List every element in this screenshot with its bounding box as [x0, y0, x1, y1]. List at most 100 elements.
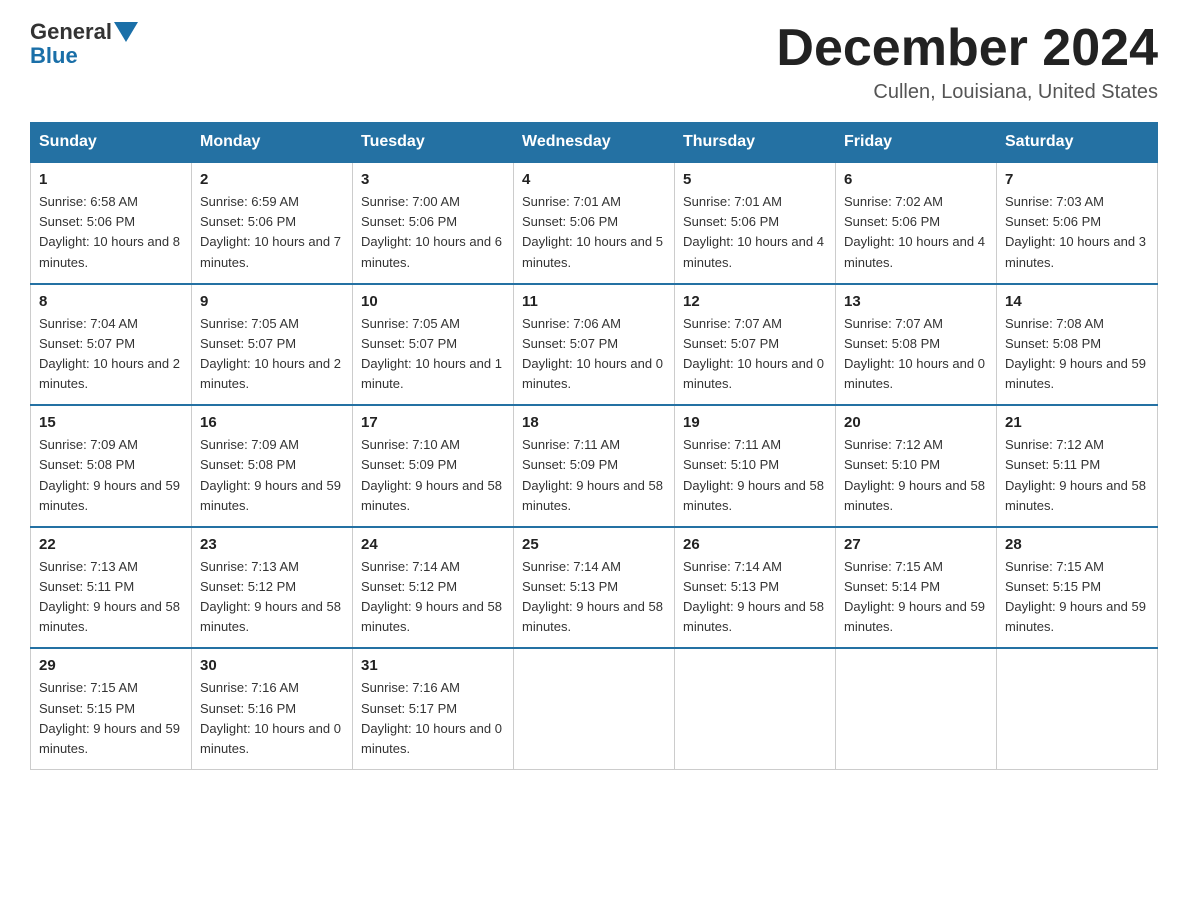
logo-triangle-icon: [114, 22, 138, 42]
day-info: Sunrise: 7:01 AMSunset: 5:06 PMDaylight:…: [683, 192, 827, 273]
day-info: Sunrise: 7:16 AMSunset: 5:16 PMDaylight:…: [200, 678, 344, 759]
calendar-cell: 22Sunrise: 7:13 AMSunset: 5:11 PMDayligh…: [31, 527, 192, 649]
day-number: 22: [39, 536, 183, 553]
calendar-week-2: 8Sunrise: 7:04 AMSunset: 5:07 PMDaylight…: [31, 284, 1158, 406]
calendar-cell: 18 Sunrise: 7:11 AMSunset: 5:09 PMDayligh…: [514, 405, 675, 527]
calendar-cell: 31 Sunrise: 7:16 AMSunset: 5:17 PMDayligh…: [353, 648, 514, 769]
calendar-cell: 11 Sunrise: 7:06 AMSunset: 5:07 PMDayligh…: [514, 284, 675, 406]
day-info: Sunrise: 7:12 AMSunset: 5:11 PMDaylight:…: [1005, 435, 1149, 516]
day-number: 6: [844, 171, 988, 188]
day-info: Sunrise: 7:15 AMSunset: 5:15 PMDaylight:…: [39, 678, 183, 759]
calendar-cell: 13 Sunrise: 7:07 AMSunset: 5:08 PMDayligh…: [836, 284, 997, 406]
calendar-cell: 17 Sunrise: 7:10 AMSunset: 5:09 PMDayligh…: [353, 405, 514, 527]
calendar-cell: 8Sunrise: 7:04 AMSunset: 5:07 PMDaylight…: [31, 284, 192, 406]
calendar-cell: 7 Sunrise: 7:03 AMSunset: 5:06 PMDaylight…: [997, 162, 1158, 284]
day-number: 12: [683, 293, 827, 310]
calendar-cell: 3 Sunrise: 7:00 AMSunset: 5:06 PMDaylight…: [353, 162, 514, 284]
day-number: 1: [39, 171, 183, 188]
calendar-cell: 26 Sunrise: 7:14 AMSunset: 5:13 PMDayligh…: [675, 527, 836, 649]
day-info: Sunrise: 7:14 AMSunset: 5:13 PMDaylight:…: [522, 557, 666, 638]
col-header-friday: Friday: [836, 123, 997, 163]
day-number: 26: [683, 536, 827, 553]
day-number: 23: [200, 536, 344, 553]
day-info: Sunrise: 7:04 AMSunset: 5:07 PMDaylight:…: [39, 314, 183, 395]
day-info: Sunrise: 7:16 AMSunset: 5:17 PMDaylight:…: [361, 678, 505, 759]
day-number: 21: [1005, 414, 1149, 431]
calendar-cell: 1Sunrise: 6:58 AMSunset: 5:06 PMDaylight…: [31, 162, 192, 284]
day-number: 18: [522, 414, 666, 431]
calendar-week-5: 29Sunrise: 7:15 AMSunset: 5:15 PMDayligh…: [31, 648, 1158, 769]
calendar-cell: 25 Sunrise: 7:14 AMSunset: 5:13 PMDayligh…: [514, 527, 675, 649]
day-info: Sunrise: 6:59 AMSunset: 5:06 PMDaylight:…: [200, 192, 344, 273]
day-number: 17: [361, 414, 505, 431]
calendar-cell: 14 Sunrise: 7:08 AMSunset: 5:08 PMDayligh…: [997, 284, 1158, 406]
calendar-cell: 6Sunrise: 7:02 AMSunset: 5:06 PMDaylight…: [836, 162, 997, 284]
day-info: Sunrise: 7:00 AMSunset: 5:06 PMDaylight:…: [361, 192, 505, 273]
logo: General Blue: [30, 20, 138, 68]
day-number: 30: [200, 657, 344, 674]
calendar-cell: 23 Sunrise: 7:13 AMSunset: 5:12 PMDayligh…: [192, 527, 353, 649]
calendar-cell: 30 Sunrise: 7:16 AMSunset: 5:16 PMDayligh…: [192, 648, 353, 769]
day-info: Sunrise: 7:12 AMSunset: 5:10 PMDaylight:…: [844, 435, 988, 516]
calendar-subtitle: Cullen, Louisiana, United States: [776, 81, 1158, 104]
day-number: 10: [361, 293, 505, 310]
day-info: Sunrise: 7:10 AMSunset: 5:09 PMDaylight:…: [361, 435, 505, 516]
calendar-cell: 4 Sunrise: 7:01 AMSunset: 5:06 PMDaylight…: [514, 162, 675, 284]
title-block: December 2024 Cullen, Louisiana, United …: [776, 20, 1158, 104]
col-header-thursday: Thursday: [675, 123, 836, 163]
day-number: 15: [39, 414, 183, 431]
day-info: Sunrise: 7:08 AMSunset: 5:08 PMDaylight:…: [1005, 314, 1149, 395]
calendar-week-1: 1Sunrise: 6:58 AMSunset: 5:06 PMDaylight…: [31, 162, 1158, 284]
calendar-cell: 15 Sunrise: 7:09 AMSunset: 5:08 PMDayligh…: [31, 405, 192, 527]
calendar-cell: 27Sunrise: 7:15 AMSunset: 5:14 PMDayligh…: [836, 527, 997, 649]
day-info: Sunrise: 7:11 AMSunset: 5:09 PMDaylight:…: [522, 435, 666, 516]
day-number: 20: [844, 414, 988, 431]
calendar-cell: 10 Sunrise: 7:05 AMSunset: 5:07 PMDayligh…: [353, 284, 514, 406]
day-number: 3: [361, 171, 505, 188]
col-header-saturday: Saturday: [997, 123, 1158, 163]
calendar-cell: 29Sunrise: 7:15 AMSunset: 5:15 PMDayligh…: [31, 648, 192, 769]
calendar-cell: 19 Sunrise: 7:11 AMSunset: 5:10 PMDayligh…: [675, 405, 836, 527]
day-info: Sunrise: 7:11 AMSunset: 5:10 PMDaylight:…: [683, 435, 827, 516]
day-number: 25: [522, 536, 666, 553]
calendar-cell: 21 Sunrise: 7:12 AMSunset: 5:11 PMDayligh…: [997, 405, 1158, 527]
day-info: Sunrise: 7:13 AMSunset: 5:12 PMDaylight:…: [200, 557, 344, 638]
calendar-header-row: SundayMondayTuesdayWednesdayThursdayFrid…: [31, 123, 1158, 163]
day-number: 11: [522, 293, 666, 310]
logo-general-text: General: [30, 20, 112, 44]
calendar-title: December 2024: [776, 20, 1158, 77]
day-number: 31: [361, 657, 505, 674]
calendar-cell: [675, 648, 836, 769]
calendar-week-3: 15 Sunrise: 7:09 AMSunset: 5:08 PMDayligh…: [31, 405, 1158, 527]
day-info: Sunrise: 7:05 AMSunset: 5:07 PMDaylight:…: [200, 314, 344, 395]
day-number: 24: [361, 536, 505, 553]
day-info: Sunrise: 7:09 AMSunset: 5:08 PMDaylight:…: [39, 435, 183, 516]
day-number: 7: [1005, 171, 1149, 188]
col-header-monday: Monday: [192, 123, 353, 163]
day-number: 4: [522, 171, 666, 188]
day-info: Sunrise: 7:06 AMSunset: 5:07 PMDaylight:…: [522, 314, 666, 395]
col-header-tuesday: Tuesday: [353, 123, 514, 163]
day-info: Sunrise: 7:01 AMSunset: 5:06 PMDaylight:…: [522, 192, 666, 273]
day-number: 5: [683, 171, 827, 188]
day-number: 9: [200, 293, 344, 310]
day-info: Sunrise: 7:15 AMSunset: 5:14 PMDaylight:…: [844, 557, 988, 638]
calendar-cell: 24 Sunrise: 7:14 AMSunset: 5:12 PMDayligh…: [353, 527, 514, 649]
day-info: Sunrise: 7:14 AMSunset: 5:13 PMDaylight:…: [683, 557, 827, 638]
calendar-cell: [836, 648, 997, 769]
calendar-week-4: 22Sunrise: 7:13 AMSunset: 5:11 PMDayligh…: [31, 527, 1158, 649]
calendar-cell: 16Sunrise: 7:09 AMSunset: 5:08 PMDayligh…: [192, 405, 353, 527]
page-header: General Blue December 2024 Cullen, Louis…: [30, 20, 1158, 104]
day-number: 13: [844, 293, 988, 310]
day-info: Sunrise: 7:15 AMSunset: 5:15 PMDaylight:…: [1005, 557, 1149, 638]
day-info: Sunrise: 7:03 AMSunset: 5:06 PMDaylight:…: [1005, 192, 1149, 273]
calendar-cell: 28 Sunrise: 7:15 AMSunset: 5:15 PMDayligh…: [997, 527, 1158, 649]
day-number: 14: [1005, 293, 1149, 310]
day-number: 19: [683, 414, 827, 431]
day-info: Sunrise: 7:05 AMSunset: 5:07 PMDaylight:…: [361, 314, 505, 395]
calendar-cell: 9 Sunrise: 7:05 AMSunset: 5:07 PMDaylight…: [192, 284, 353, 406]
day-info: Sunrise: 7:07 AMSunset: 5:08 PMDaylight:…: [844, 314, 988, 395]
calendar-cell: [514, 648, 675, 769]
day-info: Sunrise: 7:14 AMSunset: 5:12 PMDaylight:…: [361, 557, 505, 638]
day-number: 28: [1005, 536, 1149, 553]
